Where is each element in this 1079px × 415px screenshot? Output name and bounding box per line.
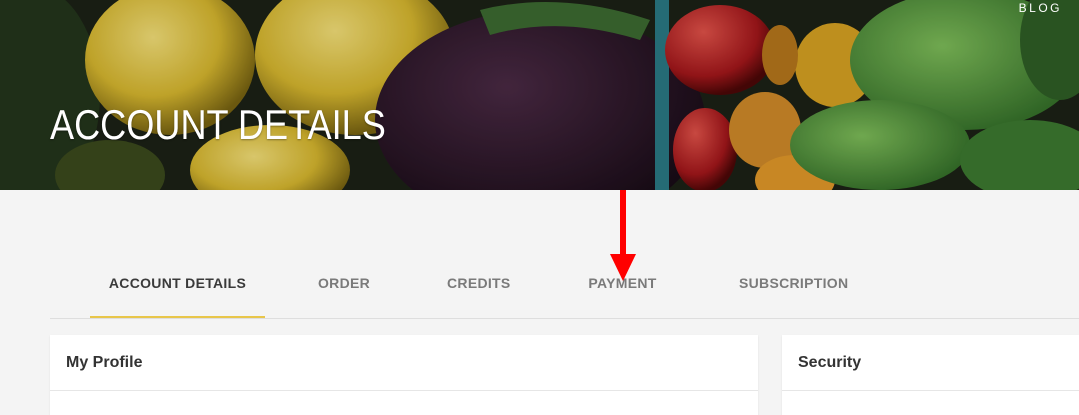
tab-order-history[interactable]: ORDER HISTORY <box>289 250 399 358</box>
my-profile-card: My Profile <box>50 335 758 415</box>
tab-account-details[interactable]: ACCOUNT DETAILS <box>90 250 265 318</box>
hero-overlay <box>0 0 1079 190</box>
annotation-arrow-icon <box>610 190 636 281</box>
blog-link[interactable]: BLOG <box>1019 1 1062 15</box>
my-profile-heading: My Profile <box>50 335 758 391</box>
page-title: ACCOUNT DETAILS <box>50 101 386 148</box>
security-card: Security <box>782 335 1079 415</box>
hero-banner: ACCOUNT DETAILS BLOG <box>0 0 1079 190</box>
account-tabs: ACCOUNT DETAILS ORDER HISTORY CREDITS PA… <box>50 250 1079 358</box>
security-heading: Security <box>782 335 1079 391</box>
tab-subscription[interactable]: SUBSCRIPTION <box>739 250 848 317</box>
tab-credits[interactable]: CREDITS <box>447 250 510 317</box>
